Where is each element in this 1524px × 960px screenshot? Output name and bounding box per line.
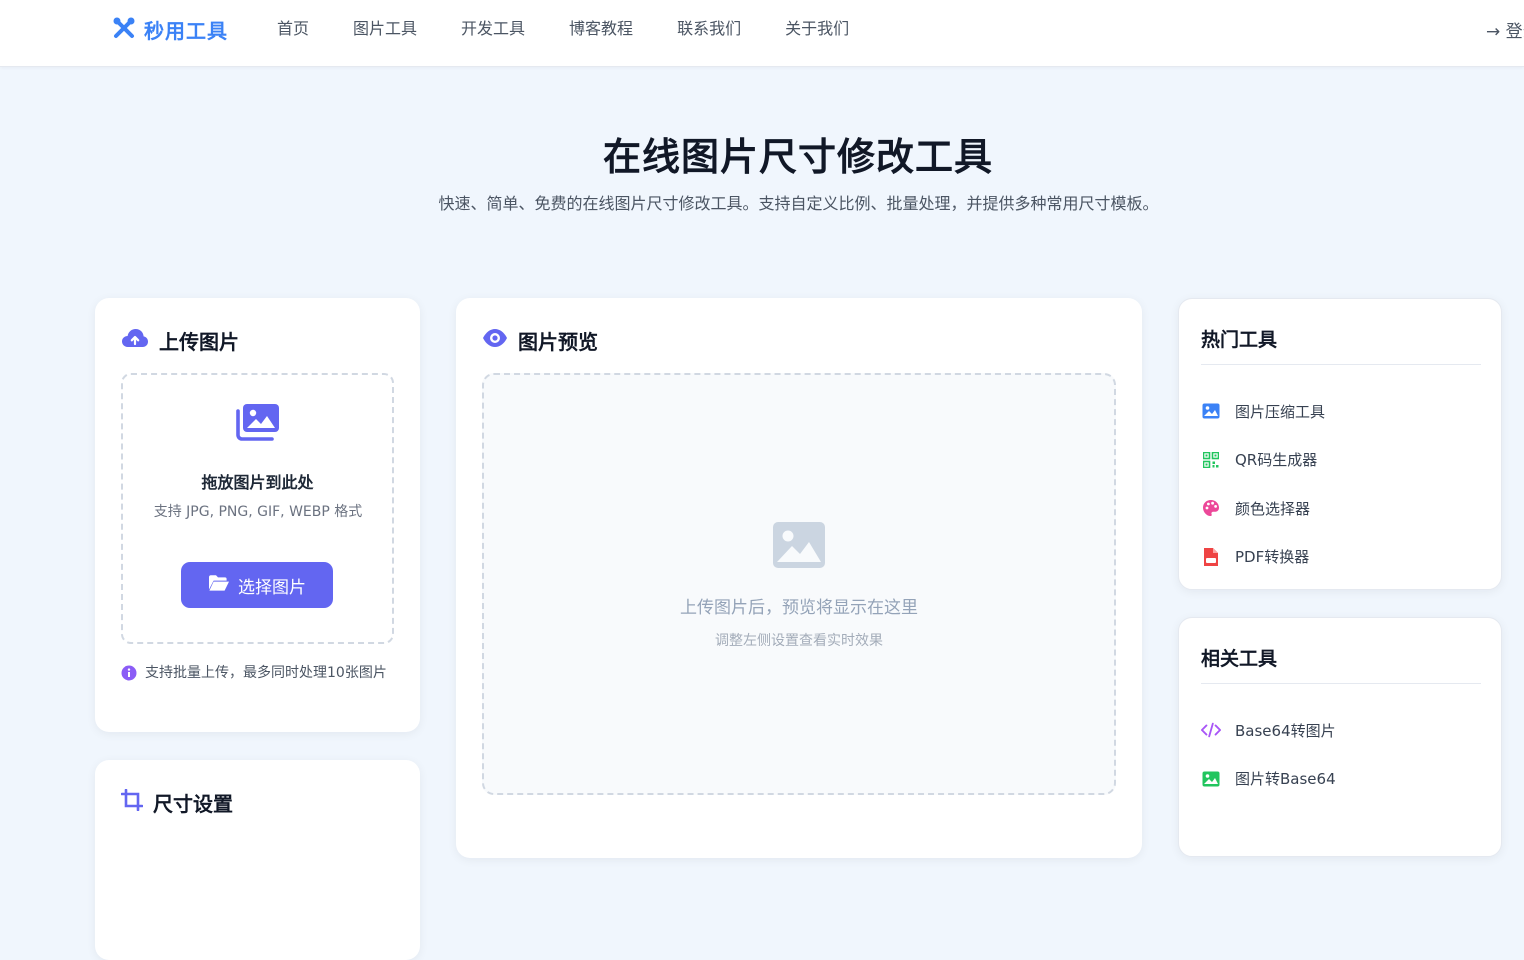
top-navbar: 秒用工具 首页 图片工具 开发工具 博客教程 联系我们 关于我们 → 登录 bbox=[0, 0, 1524, 67]
nav-about[interactable]: 关于我们 bbox=[785, 18, 849, 40]
tool-label: 颜色选择器 bbox=[1235, 499, 1311, 518]
upload-card-header: 上传图片 bbox=[121, 326, 239, 355]
main-nav: 首页 图片工具 开发工具 博客教程 联系我们 关于我们 bbox=[277, 18, 893, 40]
preview-card: 图片预览 上传图片后，预览将显示在这里 调整左侧设置查看实时效果 bbox=[456, 298, 1142, 858]
tool-link-pdf-converter[interactable]: PDF转换器 bbox=[1201, 533, 1325, 582]
preview-card-header: 图片预览 bbox=[482, 326, 598, 355]
image-icon bbox=[1201, 401, 1221, 421]
image-dropzone[interactable]: 拖放图片到此处 支持 JPG, PNG, GIF, WEBP 格式 选择图片 bbox=[121, 373, 394, 644]
login-link[interactable]: → 登录 bbox=[1486, 17, 1524, 42]
upload-card-title: 上传图片 bbox=[159, 330, 239, 354]
size-settings-header: 尺寸设置 bbox=[120, 788, 233, 817]
divider bbox=[1201, 683, 1481, 684]
tool-link-qr-generator[interactable]: QR码生成器 bbox=[1201, 436, 1325, 485]
tools-icon bbox=[112, 16, 136, 44]
size-settings-card: 尺寸设置 bbox=[95, 760, 420, 960]
tool-label: QR码生成器 bbox=[1235, 451, 1318, 470]
image-placeholder-icon bbox=[772, 521, 826, 573]
page-subtitle: 快速、简单、免费的在线图片尺寸修改工具。支持自定义比例、批量处理，并提供多种常用… bbox=[438, 194, 1159, 213]
divider bbox=[1201, 364, 1481, 365]
preview-hint-text: 调整左侧设置查看实时效果 bbox=[715, 633, 883, 649]
qrcode-icon bbox=[1201, 450, 1221, 470]
nav-image-tools[interactable]: 图片工具 bbox=[353, 18, 417, 40]
related-tools-title: 相关工具 bbox=[1201, 648, 1278, 670]
hot-tools-title: 热门工具 bbox=[1201, 329, 1278, 351]
hot-tools-card: 热门工具 图片压缩工具 QR码生成器 颜色选择器 PDF转换器 bbox=[1178, 298, 1502, 590]
page-title: 在线图片尺寸修改工具 bbox=[602, 135, 993, 179]
site-logo[interactable]: 秒用工具 bbox=[112, 15, 228, 44]
cloud-upload-icon bbox=[121, 327, 149, 354]
tool-link-image-compress[interactable]: 图片压缩工具 bbox=[1201, 387, 1325, 436]
choose-image-label: 选择图片 bbox=[238, 577, 306, 598]
nav-home[interactable]: 首页 bbox=[277, 18, 309, 40]
preview-placeholder-text: 上传图片后，预览将显示在这里 bbox=[680, 598, 918, 618]
supported-formats: 支持 JPG, PNG, GIF, WEBP 格式 bbox=[153, 504, 363, 520]
nav-blog[interactable]: 博客教程 bbox=[569, 18, 633, 40]
image-icon bbox=[1201, 769, 1221, 789]
images-icon bbox=[234, 402, 282, 446]
upload-card: 上传图片 拖放图片到此处 支持 JPG, PNG, GIF, WEBP 格式 选… bbox=[95, 298, 420, 732]
batch-upload-text: 支持批量上传，最多同时处理10张图片 bbox=[145, 665, 387, 681]
related-tools-list: Base64转图片 图片转Base64 bbox=[1201, 706, 1336, 803]
tool-link-image-to-base64[interactable]: 图片转Base64 bbox=[1201, 755, 1336, 804]
dropzone-title: 拖放图片到此处 bbox=[201, 473, 314, 492]
related-tools-card: 相关工具 Base64转图片 图片转Base64 bbox=[1178, 617, 1502, 857]
image-preview-area: 上传图片后，预览将显示在这里 调整左侧设置查看实时效果 bbox=[482, 373, 1116, 795]
palette-icon bbox=[1201, 498, 1221, 518]
nav-contact[interactable]: 联系我们 bbox=[677, 18, 741, 40]
logo-text: 秒用工具 bbox=[144, 19, 228, 43]
tool-link-color-picker[interactable]: 颜色选择器 bbox=[1201, 484, 1325, 533]
code-icon bbox=[1201, 720, 1221, 740]
folder-open-icon bbox=[208, 574, 230, 597]
tool-label: Base64转图片 bbox=[1235, 721, 1336, 740]
size-settings-title: 尺寸设置 bbox=[153, 792, 233, 816]
hot-tools-list: 图片压缩工具 QR码生成器 颜色选择器 PDF转换器 bbox=[1201, 387, 1325, 581]
tool-label: PDF转换器 bbox=[1235, 548, 1310, 567]
tool-label: 图片转Base64 bbox=[1235, 770, 1336, 789]
crop-icon bbox=[120, 788, 144, 816]
eye-icon bbox=[482, 328, 508, 353]
preview-card-title: 图片预览 bbox=[518, 330, 598, 354]
tool-label: 图片压缩工具 bbox=[1235, 402, 1326, 421]
nav-dev-tools[interactable]: 开发工具 bbox=[461, 18, 525, 40]
info-icon bbox=[121, 662, 137, 685]
tool-link-base64-to-image[interactable]: Base64转图片 bbox=[1201, 706, 1336, 755]
batch-upload-note: 支持批量上传，最多同时处理10张图片 bbox=[121, 662, 401, 685]
pdf-icon bbox=[1201, 547, 1221, 567]
choose-image-button[interactable]: 选择图片 bbox=[181, 562, 333, 608]
